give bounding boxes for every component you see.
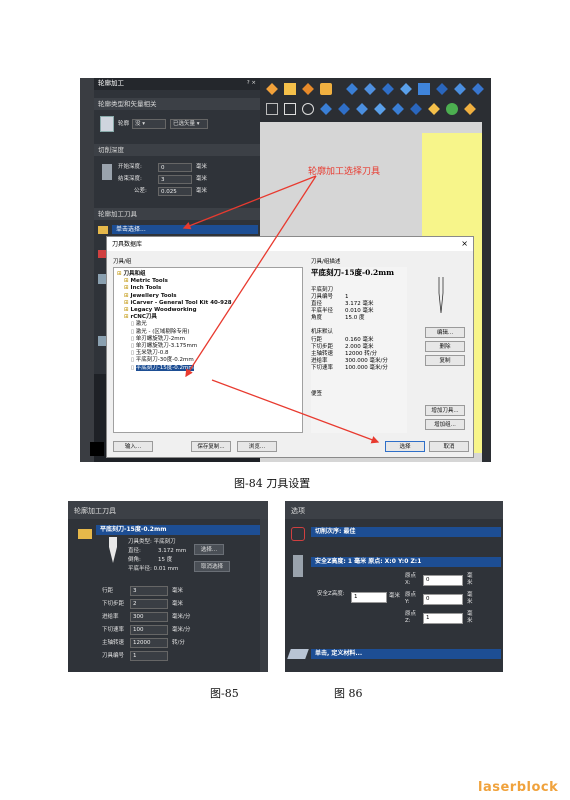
param-row: 进给率 300 毫米/分 — [68, 611, 268, 624]
param-unit: 毫米/分 — [172, 627, 191, 633]
fig85-angle-value: 15 度 — [158, 557, 173, 563]
param-input[interactable]: 300 — [130, 612, 168, 622]
param-label: 刀具编号 — [102, 653, 125, 659]
fig86-origin-x-input[interactable]: 0 — [423, 575, 463, 586]
fig85-select-button[interactable]: 选择... — [194, 544, 224, 555]
fig86-safe-bar[interactable]: 安全Z高度: 1 毫米 原点: X:0 Y:0 Z:1 — [311, 557, 501, 567]
fig86-material-bar[interactable]: 单击, 定义材料... — [311, 649, 501, 659]
figure-85: 轮廓加工刀具 平底刻刀-15度-0.2mm 刀具类型: 平底刻刀 直径: 3.1… — [68, 501, 268, 672]
arrow-to-tool-entry — [185, 175, 317, 378]
fig86-origin-z-input[interactable]: 1 — [423, 613, 463, 624]
fig86-safe-icon — [293, 555, 303, 577]
watermark: laserblock — [478, 780, 559, 795]
fig86-material-icon — [287, 649, 309, 659]
fig85-diameter-value: 3.172 mm — [158, 548, 187, 554]
arrow-to-tool-bar — [182, 175, 317, 230]
fig86-origin-x-unit: 毫米 — [467, 573, 473, 586]
caption-fig85: 图-85 — [210, 687, 239, 700]
fig85-scrollbar[interactable] — [260, 519, 268, 672]
param-label: 行距 — [102, 588, 114, 594]
param-row: 行距 3 毫米 — [68, 585, 268, 598]
param-row: 下切步距 2 毫米 — [68, 598, 268, 611]
fig86-origin-z-unit: 毫米 — [467, 611, 473, 624]
fig86-safe-z-unit: 毫米 — [389, 593, 401, 599]
figure-84: 轮廓加工 ? × 轮廓类型和矢量相关 轮廓 没 ▾ 已选矢量 ▾ 切削深度 开始… — [80, 78, 491, 462]
fig85-bit-icon — [109, 537, 117, 563]
fig86-safe-z-label: 安全Z高度: — [317, 591, 345, 597]
fig85-angle-label: 倒角: — [128, 557, 141, 563]
fig86-origin-x-label: 原点X: — [405, 573, 417, 586]
param-input[interactable]: 3 — [130, 586, 168, 596]
arrow-to-select-button — [211, 379, 380, 444]
fig85-deselect-button[interactable]: 取消选择 — [194, 561, 230, 572]
param-unit: 毫米/分 — [172, 614, 191, 620]
caption-fig84: 图-84 刀具设置 — [234, 477, 311, 490]
param-row: 主轴转速 12000 转/分 — [68, 637, 268, 650]
param-input[interactable]: 12000 — [130, 638, 168, 648]
fig86-origin-z-label: 原点Z: — [405, 611, 417, 624]
param-unit: 毫米 — [172, 588, 184, 594]
param-label: 下切速率 — [102, 627, 125, 633]
param-unit: 转/分 — [172, 640, 185, 646]
fig85-folder-icon — [78, 529, 92, 539]
param-row: 下切速率 100 毫米/分 — [68, 624, 268, 637]
param-label: 下切步距 — [102, 601, 125, 607]
fig85-flat-radius: 平底半径: 0.01 mm — [128, 566, 179, 572]
fig85-tool-type: 刀具类型: 平底刻刀 — [128, 539, 176, 545]
fig86-title-bar: 选项 — [285, 501, 503, 519]
param-unit: 毫米 — [172, 601, 184, 607]
fig86-origin-y-input[interactable]: 0 — [423, 594, 463, 605]
param-input[interactable]: 100 — [130, 625, 168, 635]
param-input[interactable]: 2 — [130, 599, 168, 609]
figure-86: 选项 切削次序: 最佳 安全Z高度: 1 毫米 原点: X:0 Y:0 Z:1 … — [285, 501, 503, 672]
fig85-title-bar: 轮廓加工刀具 — [68, 501, 268, 519]
caption-fig86: 图 86 — [334, 687, 363, 700]
fig86-panel-title: 选项 — [291, 507, 305, 515]
fig86-order-icon — [291, 527, 305, 541]
fig86-order-bar[interactable]: 切削次序: 最佳 — [311, 527, 501, 537]
fig85-tool-bar[interactable]: 平底刻刀-15度-0.2mm — [96, 525, 266, 535]
param-row: 刀具编号 1 — [68, 650, 268, 663]
fig86-safe-z-input[interactable]: 1 — [351, 592, 387, 603]
param-label: 主轴转速 — [102, 640, 125, 646]
fig85-diameter-label: 直径: — [128, 548, 141, 554]
fig85-panel-title: 轮廓加工刀具 — [74, 507, 116, 515]
fig85-params: 行距 3 毫米 下切步距 2 毫米 进给率 300 毫米/分 下切速率 100 毫米/分 主轴转速 120… — [68, 585, 268, 663]
param-label: 进给率 — [102, 614, 119, 620]
annotation-arrows — [182, 175, 380, 444]
fig86-origin-y-label: 原点Y: — [405, 592, 417, 605]
fig86-origin-y-unit: 毫米 — [467, 592, 473, 605]
param-input[interactable]: 1 — [130, 651, 168, 661]
